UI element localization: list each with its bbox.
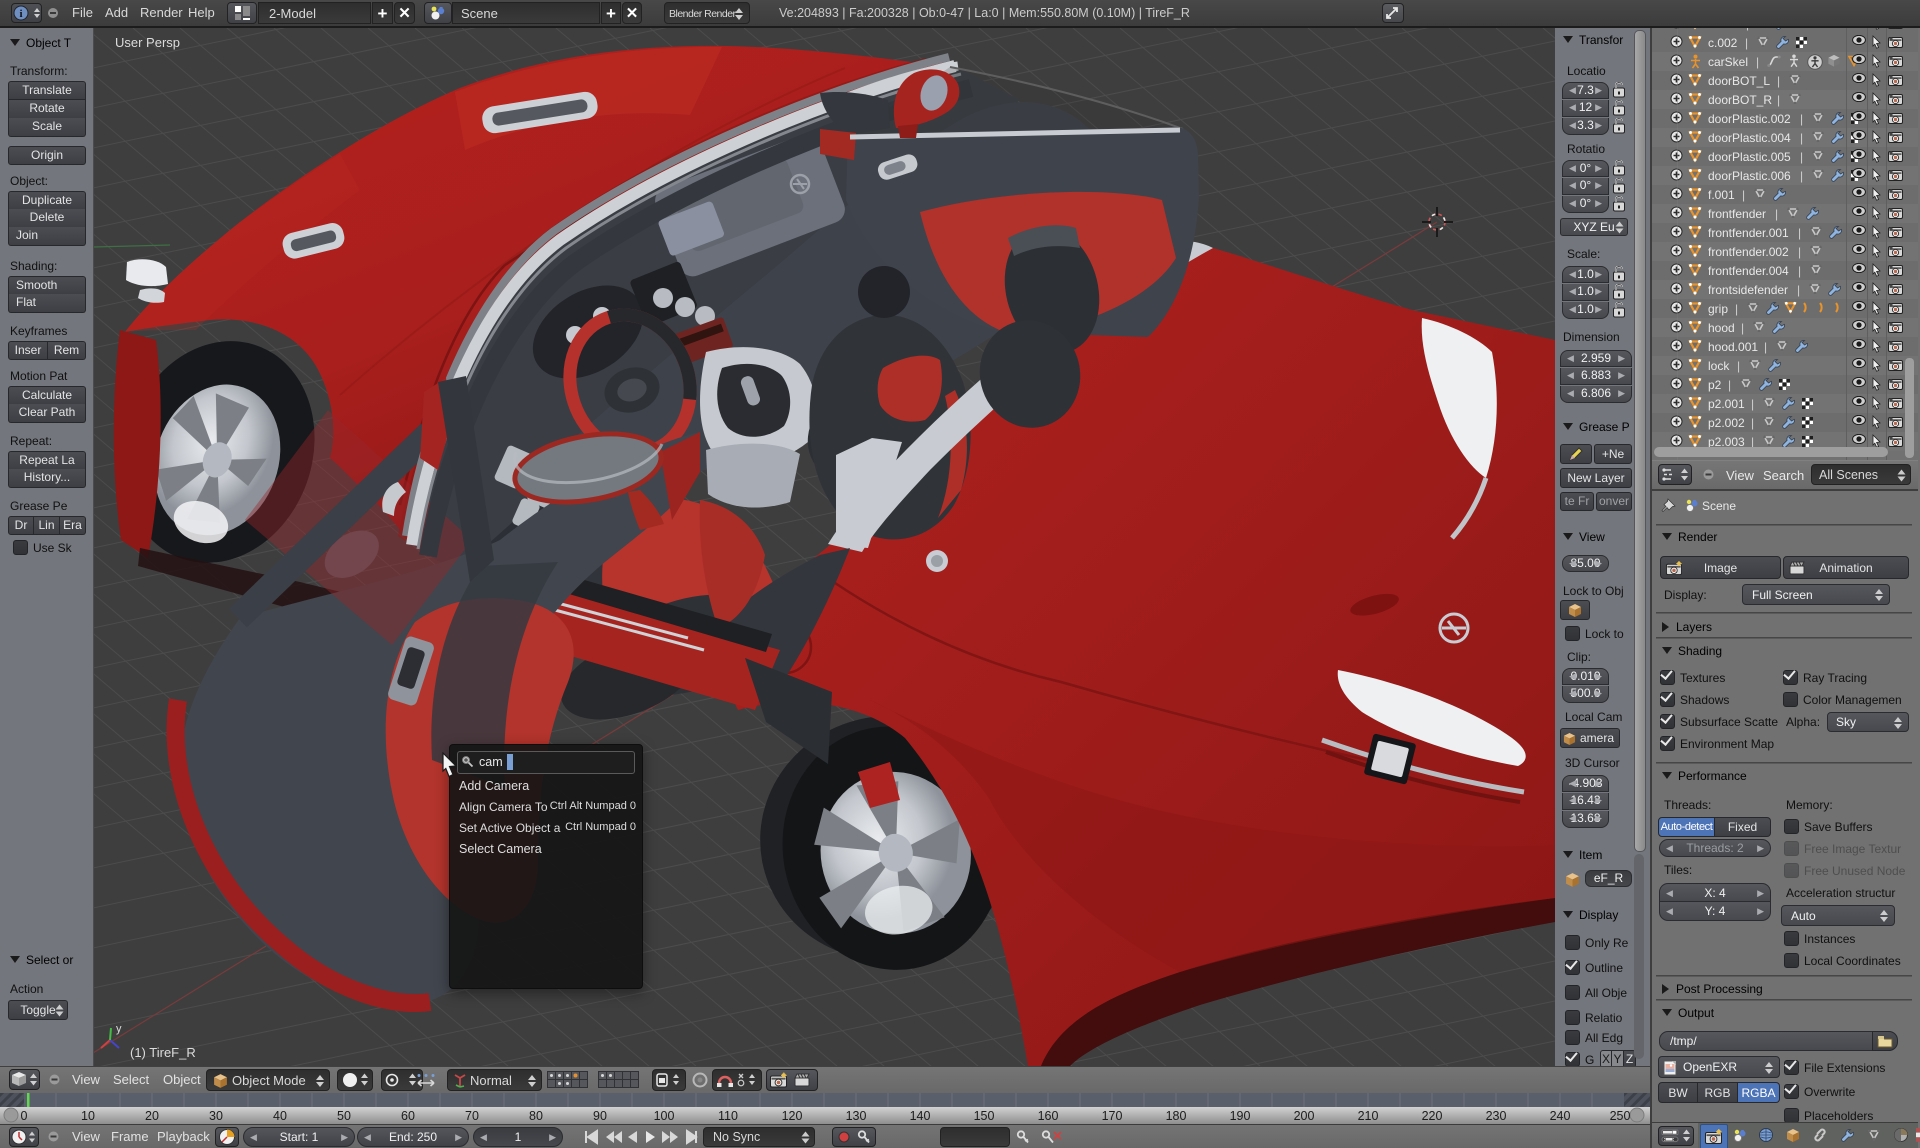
svg-text:230: 230 <box>1486 1109 1507 1123</box>
svg-text:20: 20 <box>145 1109 159 1123</box>
svg-text:190: 190 <box>1230 1109 1251 1123</box>
svg-text:i: i <box>19 8 22 20</box>
svg-text:160: 160 <box>1038 1109 1059 1123</box>
svg-text:110: 110 <box>718 1109 738 1123</box>
svg-text:40: 40 <box>273 1109 287 1123</box>
svg-text:60: 60 <box>401 1109 415 1123</box>
svg-text:70: 70 <box>465 1109 479 1123</box>
svg-text:0: 0 <box>21 1109 28 1123</box>
svg-text:200: 200 <box>1294 1109 1315 1123</box>
svg-text:80: 80 <box>529 1109 543 1123</box>
svg-text:(1) TireF_R: (1) TireF_R <box>130 1045 196 1060</box>
svg-text:250: 250 <box>1610 1109 1631 1123</box>
svg-text:y: y <box>116 1023 122 1035</box>
svg-text:140: 140 <box>910 1109 931 1123</box>
svg-text:10: 10 <box>81 1109 95 1123</box>
svg-text:120: 120 <box>782 1109 803 1123</box>
svg-text:150: 150 <box>974 1109 995 1123</box>
svg-text:User Persp: User Persp <box>115 35 180 50</box>
svg-text:30: 30 <box>209 1109 223 1123</box>
svg-text:90: 90 <box>593 1109 607 1123</box>
svg-text:180: 180 <box>1166 1109 1187 1123</box>
svg-text:130: 130 <box>846 1109 867 1123</box>
svg-text:240: 240 <box>1550 1109 1571 1123</box>
svg-text:220: 220 <box>1422 1109 1443 1123</box>
svg-text:100: 100 <box>654 1109 675 1123</box>
svg-text:50: 50 <box>337 1109 351 1123</box>
svg-text:210: 210 <box>1358 1109 1379 1123</box>
svg-text:170: 170 <box>1102 1109 1123 1123</box>
